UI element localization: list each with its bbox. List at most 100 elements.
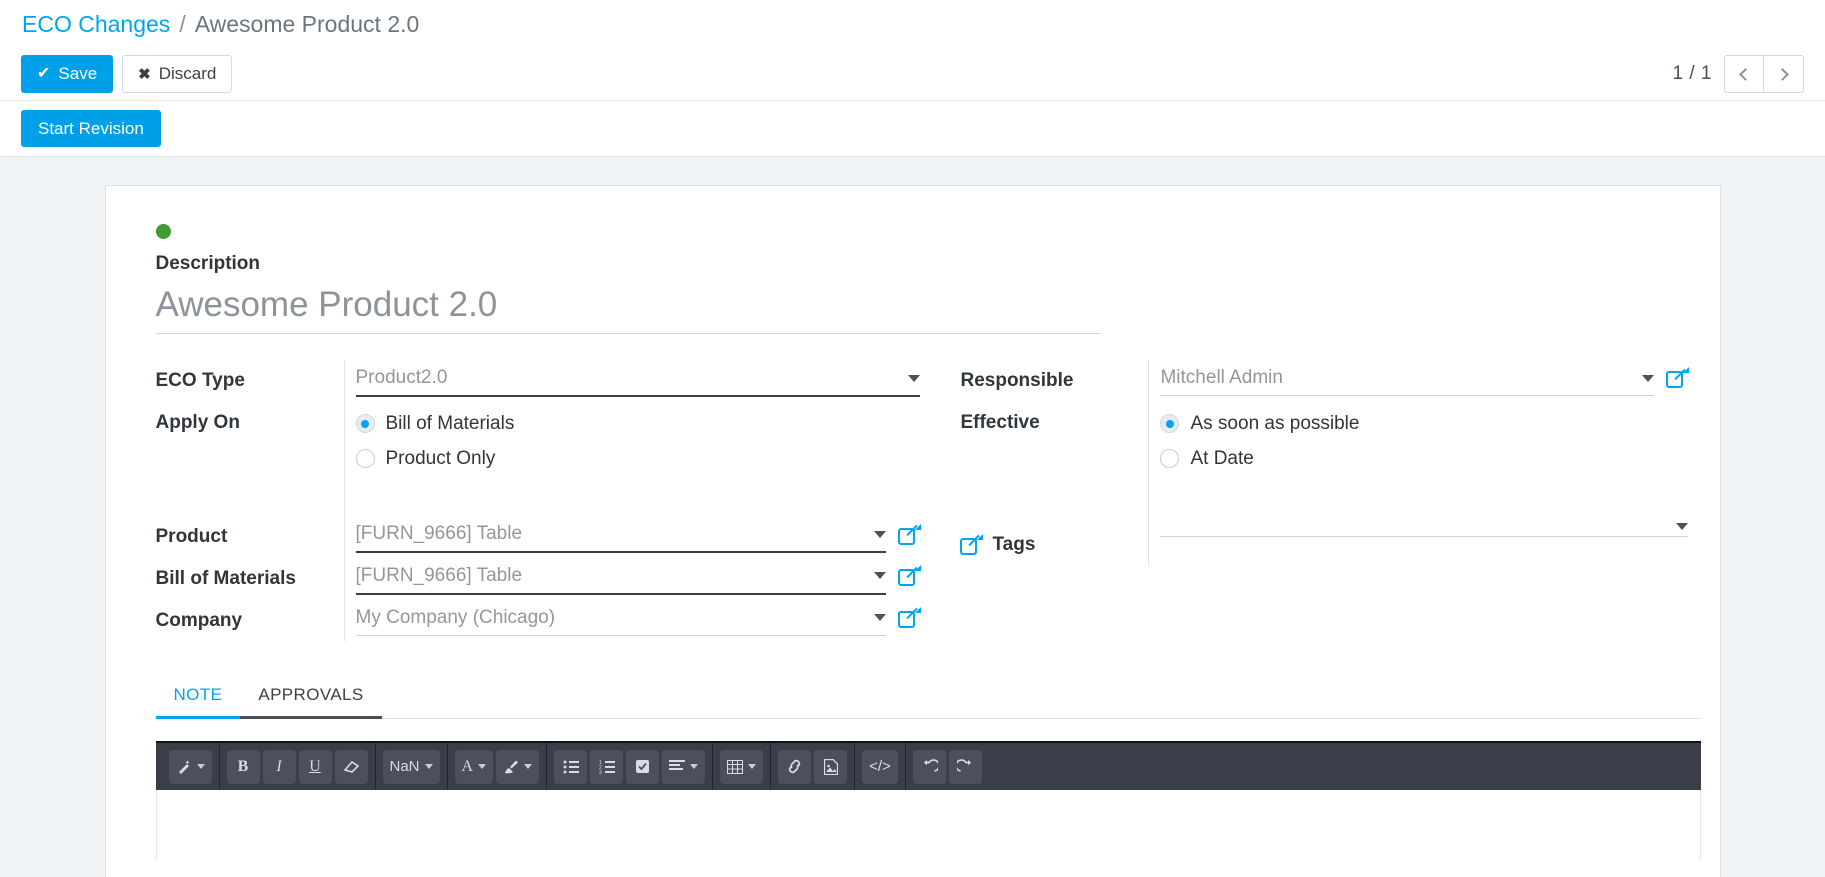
bold-icon[interactable]: B <box>227 750 260 784</box>
breadcrumb-root-link[interactable]: ECO Changes <box>22 11 170 38</box>
radio-option-as-soon-as-possible[interactable]: As soon as possible <box>1160 406 1687 441</box>
radio-option-at-date[interactable]: At Date <box>1160 441 1687 476</box>
radio-label: Bill of Materials <box>386 413 515 435</box>
link-icon[interactable] <box>778 750 811 784</box>
right-spacer-field <box>1148 476 1687 516</box>
product-label: Product <box>156 516 344 558</box>
bill-of-materials-value: [FURN_9666] Table <box>356 565 867 587</box>
eco-type-label: ECO Type <box>156 360 344 402</box>
undo-icon[interactable] <box>913 750 946 784</box>
chevron-down-icon[interactable] <box>1642 375 1654 382</box>
tags-label: Tags <box>992 533 1035 557</box>
radio-icon-unselected[interactable] <box>1160 449 1179 468</box>
tags-input[interactable] <box>1160 516 1687 537</box>
chevron-down-icon[interactable] <box>908 375 920 382</box>
bill-of-materials-input[interactable]: [FURN_9666] Table <box>356 558 887 595</box>
pager-buttons <box>1724 55 1804 93</box>
save-button[interactable]: ✔ Save <box>21 55 113 93</box>
chevron-left-icon <box>1739 68 1752 81</box>
effective-radio-group: As soon as possible At Date <box>1160 402 1687 476</box>
chevron-down-icon[interactable] <box>874 572 886 579</box>
company-input[interactable]: My Company (Chicago) <box>356 600 887 636</box>
chevron-down-icon <box>425 764 433 769</box>
company-label: Company <box>156 600 344 642</box>
radio-icon-selected[interactable] <box>356 414 375 433</box>
chevron-down-icon[interactable] <box>874 614 886 621</box>
tab-note[interactable]: NOTE <box>156 675 241 719</box>
align-icon[interactable] <box>662 750 705 784</box>
radio-label: Product Only <box>386 448 496 470</box>
pager-count: 1 / 1 <box>1673 63 1712 85</box>
toolbar-group-code: </> <box>855 743 906 790</box>
status-dot-icon <box>156 224 171 239</box>
responsible-label: Responsible <box>960 360 1148 402</box>
description-input[interactable]: Awesome Product 2.0 <box>156 285 1101 334</box>
toolbar-group-fontsize: NaN <box>376 743 448 790</box>
discard-button[interactable]: ✖ Discard <box>122 55 232 93</box>
eco-type-input[interactable]: Product2.0 <box>356 360 921 397</box>
form-grid: ECO Type Product2.0 Apply On Bill of Mat… <box>156 360 1688 641</box>
note-editor: B I U NaN <box>156 741 1701 860</box>
font-size-value: NaN <box>390 758 420 775</box>
external-link-icon-product[interactable] <box>898 524 920 546</box>
external-link-icon-tags[interactable] <box>960 534 982 556</box>
underline-icon[interactable]: U <box>299 750 332 784</box>
action-bar: ✔ Save ✖ Discard 1 / 1 <box>0 48 1825 101</box>
font-color-icon[interactable]: A <box>455 750 494 784</box>
breadcrumb: ECO Changes / Awesome Product 2.0 <box>0 0 1825 48</box>
chevron-down-icon <box>478 764 486 769</box>
pager-next-button[interactable] <box>1764 55 1804 93</box>
radio-icon-selected[interactable] <box>1160 414 1179 433</box>
chevron-down-icon <box>748 764 756 769</box>
check-icon: ✔ <box>37 66 50 82</box>
close-icon: ✖ <box>138 67 151 82</box>
external-link-icon-bom[interactable] <box>898 565 920 587</box>
background-color-icon[interactable] <box>496 750 539 784</box>
chevron-down-icon <box>690 764 698 769</box>
chevron-down-icon[interactable] <box>1676 523 1688 530</box>
notebook-tabs: NOTE APPROVALS <box>156 675 1701 719</box>
page-background: Description Awesome Product 2.0 ECO Type… <box>0 157 1825 877</box>
note-editor-content[interactable] <box>156 790 1701 860</box>
bullet-list-icon[interactable] <box>554 750 587 784</box>
chevron-down-icon <box>197 764 205 769</box>
tab-approvals[interactable]: APPROVALS <box>240 675 381 719</box>
responsible-input[interactable]: Mitchell Admin <box>1160 360 1653 396</box>
code-view-icon[interactable]: </> <box>862 750 898 784</box>
magic-wand-icon[interactable] <box>169 750 212 784</box>
radio-label: At Date <box>1190 448 1253 470</box>
product-input[interactable]: [FURN_9666] Table <box>356 516 887 553</box>
italic-icon[interactable]: I <box>263 750 296 784</box>
chevron-down-icon[interactable] <box>874 531 886 538</box>
statusbar: Start Revision <box>0 101 1825 157</box>
checklist-icon[interactable] <box>626 750 659 784</box>
save-button-label: Save <box>58 64 97 84</box>
breadcrumb-current: Awesome Product 2.0 <box>195 11 420 38</box>
svg-text:3: 3 <box>599 770 602 774</box>
eraser-icon[interactable] <box>335 750 368 784</box>
toolbar-group-lists: 1 2 3 <box>547 743 713 790</box>
chevron-right-icon <box>1776 68 1789 81</box>
numbered-list-icon[interactable]: 1 2 3 <box>590 750 623 784</box>
radio-option-product-only[interactable]: Product Only <box>356 441 921 476</box>
eco-type-value: Product2.0 <box>356 367 901 389</box>
pager: 1 / 1 <box>1673 55 1804 93</box>
font-size-dropdown[interactable]: NaN <box>383 750 440 784</box>
redo-icon[interactable] <box>949 750 982 784</box>
external-link-icon-responsible[interactable] <box>1666 367 1688 389</box>
chevron-down-icon <box>524 764 532 769</box>
radio-label: As soon as possible <box>1190 413 1359 435</box>
external-link-icon-company[interactable] <box>898 607 920 629</box>
form-column-right: Responsible Mitchell Admin Effective <box>920 360 1687 641</box>
start-revision-button[interactable]: Start Revision <box>21 110 161 147</box>
image-icon[interactable] <box>814 750 847 784</box>
table-icon[interactable] <box>720 750 763 784</box>
apply-on-label: Apply On <box>156 402 344 476</box>
radio-icon-unselected[interactable] <box>356 449 375 468</box>
pager-previous-button[interactable] <box>1724 55 1764 93</box>
tab-note-label: NOTE <box>174 685 223 704</box>
radio-option-bill-of-materials[interactable]: Bill of Materials <box>356 406 921 441</box>
product-field: [FURN_9666] Table <box>344 516 921 558</box>
apply-on-field: Bill of Materials Product Only <box>344 402 921 476</box>
effective-label: Effective <box>960 402 1148 476</box>
